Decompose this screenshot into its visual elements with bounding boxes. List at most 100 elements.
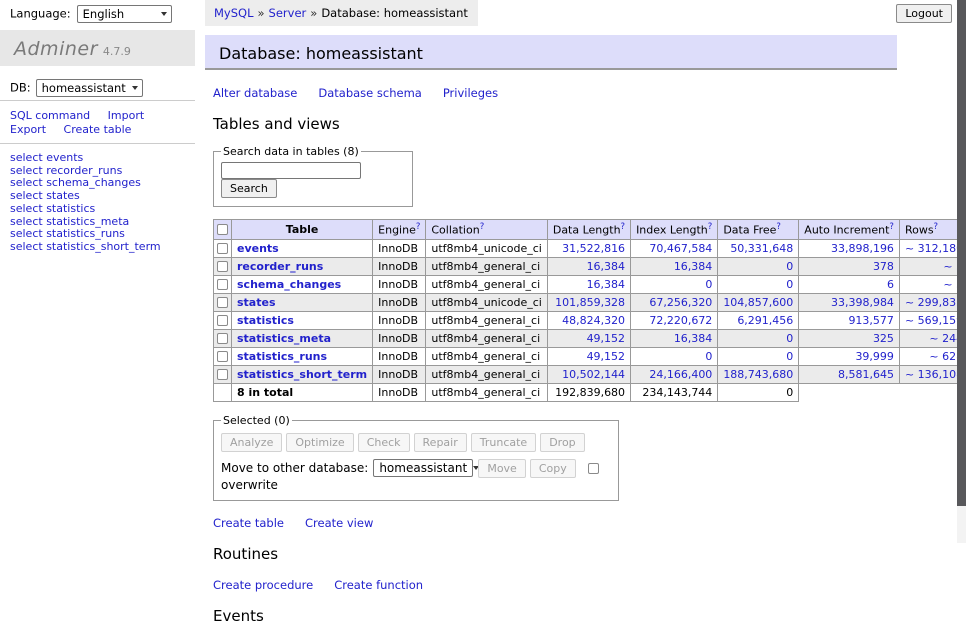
cell-index-length-link[interactable]: 0 [705,350,712,363]
cell-data-length-link[interactable]: 49,152 [587,332,626,345]
cell-auto-increment-link[interactable]: 33,398,984 [831,296,894,309]
drop-button[interactable]: Drop [540,433,584,452]
cell-index-length-link[interactable]: 24,166,400 [649,368,712,381]
cell-data-length-link[interactable]: 31,522,816 [562,242,625,255]
cell-index-length-link[interactable]: 16,384 [674,332,713,345]
repair-button[interactable]: Repair [414,433,467,452]
table-name-link-states[interactable]: states [237,296,276,309]
row-checkbox[interactable] [217,261,228,272]
select-link[interactable]: select [10,164,43,177]
table-name-link-statistics_short_term[interactable]: statistics_short_term [237,368,367,381]
select-all-checkbox[interactable] [217,224,228,235]
row-checkbox[interactable] [217,279,228,290]
table-link-states[interactable]: states [46,189,80,202]
overwrite-checkbox[interactable] [588,463,599,474]
row-checkbox[interactable] [217,351,228,362]
cell-data-length-link[interactable]: 16,384 [587,278,626,291]
table-link-statistics[interactable]: statistics [46,202,95,215]
optimize-button[interactable]: Optimize [286,433,353,452]
copy-button[interactable]: Copy [530,459,576,478]
table-name-link-schema_changes[interactable]: schema_changes [237,278,341,291]
cell-auto-increment-link[interactable]: 378 [873,260,894,273]
table-link-schema_changes[interactable]: schema_changes [46,176,141,189]
check-button[interactable]: Check [358,433,410,452]
cell-rows-link[interactable]: ~ 136,108 [905,368,963,381]
select-link[interactable]: select [10,176,43,189]
table-link-recorder_runs[interactable]: recorder_runs [46,164,122,177]
vertical-scrollbar[interactable] [957,0,966,543]
cell-index-length-link[interactable]: 16,384 [674,260,713,273]
cell-data-free-link[interactable]: 0 [786,278,793,291]
table-name-link-events[interactable]: events [237,242,279,255]
cell-data-length-link[interactable]: 49,152 [587,350,626,363]
help-link[interactable]: ? [480,222,485,232]
cell-rows-link[interactable]: ~ 569,159 [905,314,963,327]
db-select[interactable]: homeassistant [36,79,143,97]
row-checkbox[interactable] [217,369,228,380]
sidebar-link-create-table[interactable]: Create table [64,123,132,136]
cell-index-length-link[interactable]: 67,256,320 [649,296,712,309]
cell-data-free-link[interactable]: 0 [786,350,793,363]
cell-index-length-link[interactable]: 72,220,672 [649,314,712,327]
row-checkbox[interactable] [217,243,228,254]
sidebar-link-export[interactable]: Export [10,123,46,136]
cell-auto-increment-link[interactable]: 33,898,196 [831,242,894,255]
table-name-link-statistics[interactable]: statistics [237,314,294,327]
search-input[interactable] [221,162,361,179]
cell-rows-link[interactable]: ~ 312,180 [905,242,963,255]
link-privileges[interactable]: Privileges [443,86,498,100]
help-link[interactable]: ? [708,222,713,232]
select-link[interactable]: select [10,189,43,202]
select-link[interactable]: select [10,202,43,215]
table-name-link-statistics_runs[interactable]: statistics_runs [237,350,327,363]
analyze-button[interactable]: Analyze [221,433,282,452]
cell-data-free-link[interactable]: 0 [786,260,793,273]
help-link[interactable]: ? [934,222,939,232]
cell-auto-increment-link[interactable]: 39,999 [855,350,894,363]
sidebar-link-import[interactable]: Import [108,109,145,122]
link-database-schema[interactable]: Database schema [318,86,421,100]
select-link[interactable]: select [10,240,43,253]
scrollbar-thumb[interactable] [957,0,966,506]
link-create-function[interactable]: Create function [334,578,423,592]
table-link-statistics_short_term[interactable]: statistics_short_term [46,240,160,253]
row-checkbox[interactable] [217,297,228,308]
cell-index-length-link[interactable]: 70,467,584 [649,242,712,255]
breadcrumb-link-server[interactable]: Server [269,6,307,20]
cell-auto-increment-link[interactable]: 6 [887,278,894,291]
link-create-table[interactable]: Create table [213,516,284,530]
cell-data-free-link[interactable]: 188,743,680 [723,368,793,381]
link-alter-database[interactable]: Alter database [213,86,297,100]
truncate-button[interactable]: Truncate [471,433,536,452]
cell-data-free-link[interactable]: 50,331,648 [730,242,793,255]
link-create-procedure[interactable]: Create procedure [213,578,313,592]
cell-auto-increment-link[interactable]: 913,577 [848,314,894,327]
cell-data-length-link[interactable]: 101,859,328 [555,296,625,309]
cell-data-free-link[interactable]: 6,291,456 [737,314,793,327]
cell-data-length-link[interactable]: 48,824,320 [562,314,625,327]
cell-data-free-link[interactable]: 104,857,600 [723,296,793,309]
row-checkbox[interactable] [217,333,228,344]
table-name-link-statistics_meta[interactable]: statistics_meta [237,332,331,345]
table-name-link-recorder_runs[interactable]: recorder_runs [237,260,323,273]
cell-data-length-link[interactable]: 10,502,144 [562,368,625,381]
move-button[interactable]: Move [478,459,526,478]
sidebar-link-sql-command[interactable]: SQL command [10,109,90,122]
table-link-statistics_runs[interactable]: statistics_runs [46,227,125,240]
help-link[interactable]: ? [416,222,421,232]
table-link-statistics_meta[interactable]: statistics_meta [46,215,129,228]
cell-data-length-link[interactable]: 16,384 [587,260,626,273]
help-link[interactable]: ? [776,222,781,232]
cell-auto-increment-link[interactable]: 8,581,645 [838,368,894,381]
search-button[interactable]: Search [221,179,277,198]
table-link-events[interactable]: events [46,151,83,164]
help-link[interactable]: ? [621,222,626,232]
cell-data-free-link[interactable]: 0 [786,332,793,345]
select-link[interactable]: select [10,151,43,164]
row-checkbox[interactable] [217,315,228,326]
cell-index-length-link[interactable]: 0 [705,278,712,291]
cell-rows-link[interactable]: ~ 299,833 [905,296,963,309]
cell-auto-increment-link[interactable]: 325 [873,332,894,345]
breadcrumb-link-mysql[interactable]: MySQL [214,6,254,20]
move-database-select[interactable]: homeassistant [373,459,473,477]
